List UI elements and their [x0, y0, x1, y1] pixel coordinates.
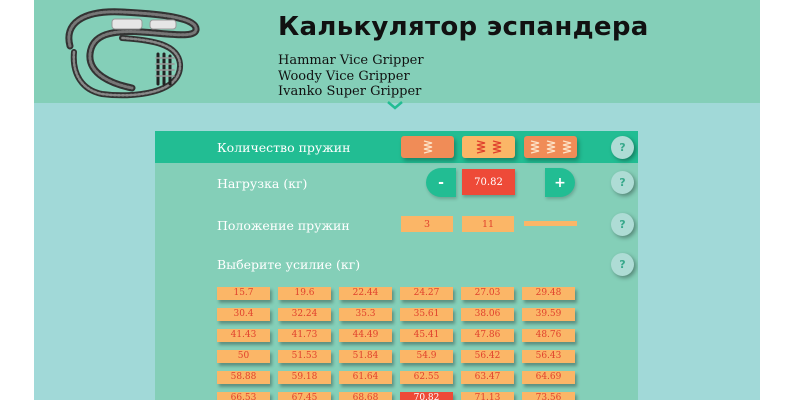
force-label: Выберите усилие (кг)	[217, 257, 361, 272]
force-option-button[interactable]: 54.9	[400, 350, 453, 363]
gripper-model-item: Ivanko Super Gripper	[278, 84, 422, 99]
force-option-button[interactable]: 59.18	[278, 371, 331, 384]
force-option-button[interactable]: 56.42	[461, 350, 514, 363]
decrease-load-button[interactable]: -	[426, 168, 456, 197]
force-option-button[interactable]: 61.64	[339, 371, 392, 384]
force-option-button[interactable]: 66.53	[217, 392, 270, 400]
gripper-model-list: Hammar Vice Gripper Woody Vice Gripper I…	[278, 53, 424, 100]
force-option-button[interactable]: 67.45	[278, 392, 331, 400]
three-springs-button[interactable]	[524, 136, 577, 158]
load-label: Нагрузка (кг)	[217, 176, 308, 191]
force-option-button[interactable]: 71.13	[461, 392, 514, 400]
force-option-button[interactable]: 35.3	[339, 308, 392, 321]
force-option-button[interactable]: 51.84	[339, 350, 392, 363]
hand-gripper-logo-icon	[65, 8, 200, 99]
force-option-button[interactable]: 47.86	[461, 329, 514, 342]
spring-position-2[interactable]: 11	[462, 216, 514, 232]
force-option-button[interactable]: 50	[217, 350, 270, 363]
spring-position-1[interactable]: 3	[401, 216, 453, 232]
force-option-button[interactable]: 51.53	[278, 350, 331, 363]
force-option-button[interactable]: 68.68	[339, 392, 392, 400]
force-option-button[interactable]: 58.88	[217, 371, 270, 384]
spring-icon	[476, 140, 485, 154]
spring-position-3-empty	[524, 221, 577, 226]
spring-icon	[423, 140, 432, 154]
force-option-button[interactable]: 41.73	[278, 329, 331, 342]
force-option-button[interactable]: 44.49	[339, 329, 392, 342]
spring-icon	[562, 140, 571, 154]
increase-load-button[interactable]: +	[545, 168, 575, 197]
force-option-button[interactable]: 29.48	[522, 287, 575, 300]
force-option-button[interactable]: 45.41	[400, 329, 453, 342]
page-title: Калькулятор эспандера	[278, 12, 649, 42]
force-option-button[interactable]: 24.27	[400, 287, 453, 300]
force-option-button[interactable]: 48.76	[522, 329, 575, 342]
force-option-button[interactable]: 22.44	[339, 287, 392, 300]
force-option-button[interactable]: 38.06	[461, 308, 514, 321]
force-option-button[interactable]: 19.6	[278, 287, 331, 300]
position-label: Положение пружин	[217, 218, 350, 233]
springs-label: Количество пружин	[217, 140, 351, 155]
force-option-button[interactable]: 35.61	[400, 308, 453, 321]
force-option-button[interactable]: 27.03	[461, 287, 514, 300]
header: Калькулятор эспандера Hammar Vice Grippe…	[34, 0, 760, 110]
force-option-button[interactable]: 70.82	[400, 392, 453, 400]
load-help-button[interactable]: ?	[611, 171, 634, 194]
springs-row: Количество пружин ?	[155, 131, 638, 163]
force-help-button[interactable]: ?	[611, 253, 634, 276]
spring-icon	[530, 140, 539, 154]
one-spring-button[interactable]	[401, 136, 454, 158]
calculator-panel: Количество пружин ? Нагрузка (кг) - 70.8…	[155, 131, 638, 400]
force-options-grid: 15.7 19.6 22.44 24.27 27.03 29.48 30.4 32.24 35.…	[217, 287, 575, 400]
force-option-button[interactable]: 56.43	[522, 350, 575, 363]
force-option-button[interactable]: 73.56	[522, 392, 575, 400]
spring-icon	[546, 140, 555, 154]
force-option-button[interactable]: 41.43	[217, 329, 270, 342]
gripper-model-item: Woody Vice Gripper	[278, 68, 410, 84]
force-option-button[interactable]: 64.69	[522, 371, 575, 384]
force-option-button[interactable]: 39.59	[522, 308, 575, 321]
two-springs-button[interactable]	[462, 136, 515, 158]
force-option-button[interactable]: 63.47	[461, 371, 514, 384]
load-value: 70.82	[462, 169, 515, 195]
page: Калькулятор эспандера Hammar Vice Grippe…	[34, 0, 760, 400]
springs-help-button[interactable]: ?	[611, 136, 634, 159]
position-help-button[interactable]: ?	[611, 213, 634, 236]
force-option-button[interactable]: 30.4	[217, 308, 270, 321]
force-option-button[interactable]: 62.55	[400, 371, 453, 384]
spring-icon	[492, 140, 501, 154]
chevron-down-icon[interactable]	[387, 100, 403, 110]
gripper-model-item: Hammar Vice Gripper	[278, 53, 424, 68]
force-option-button[interactable]: 32.24	[278, 308, 331, 321]
force-option-button[interactable]: 15.7	[217, 287, 270, 300]
